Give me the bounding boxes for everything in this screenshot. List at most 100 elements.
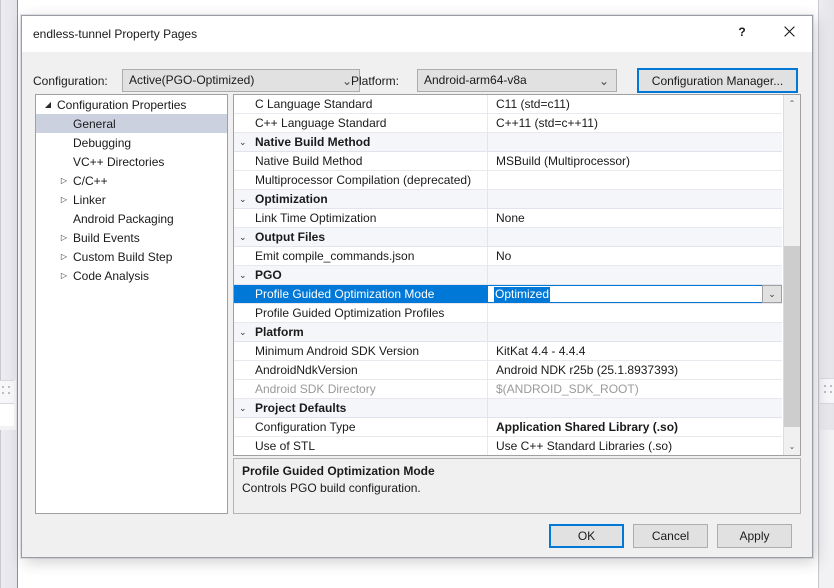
sidebar-item-label: C/C++ <box>72 174 108 188</box>
property-value[interactable]: $(ANDROID_SDK_ROOT) <box>488 380 782 398</box>
sidebar-item-label: Custom Build Step <box>72 250 172 264</box>
description-pane: Profile Guided Optimization Mode Control… <box>233 458 801 514</box>
property-name: Android SDK Directory <box>234 380 488 398</box>
property-row[interactable]: Link Time OptimizationNone <box>234 209 782 228</box>
description-title: Profile Guided Optimization Mode <box>242 464 435 478</box>
expand-triangle-icon[interactable]: ▷ <box>56 195 72 204</box>
backdrop-right-strip <box>820 430 834 588</box>
configuration-select-value: Active(PGO-Optimized) <box>129 73 254 87</box>
property-value[interactable]: C11 (std=c11) <box>488 95 782 113</box>
scrollbar-thumb[interactable] <box>784 246 800 427</box>
scroll-up-icon[interactable]: ⌃ <box>784 95 800 112</box>
sidebar-item-label: Debugging <box>72 136 131 150</box>
backdrop-left-white <box>0 404 14 426</box>
platform-select[interactable]: Android-arm64-v8a ⌄ <box>417 69 617 92</box>
sidebar-item-custom-build-step[interactable]: ▷Custom Build Step <box>36 247 227 266</box>
property-value[interactable]: KitKat 4.4 - 4.4.4 <box>488 342 782 360</box>
configuration-select[interactable]: Active(PGO-Optimized) ⌄ <box>122 69 360 92</box>
platform-label: Platform: <box>351 74 399 88</box>
sidebar-item-build-events[interactable]: ▷Build Events <box>36 228 227 247</box>
property-value[interactable]: Application Shared Library (.so) <box>488 418 782 436</box>
sidebar-item-debugging[interactable]: Debugging <box>36 133 227 152</box>
property-row[interactable]: Configuration TypeApplication Shared Lib… <box>234 418 782 437</box>
property-value[interactable]: Use C++ Standard Libraries (.so) <box>488 437 782 455</box>
property-row[interactable]: C++ Language StandardC++11 (std=c++11) <box>234 114 782 133</box>
cancel-button[interactable]: Cancel <box>633 524 708 548</box>
sidebar-item-android-packaging[interactable]: Android Packaging <box>36 209 227 228</box>
property-row[interactable]: Profile Guided Optimization Mode Optimize… <box>234 285 782 304</box>
property-grid-rows: C Language StandardC11 (std=c11)C++ Lang… <box>234 95 782 455</box>
property-category-row[interactable]: ⌄Native Build Method <box>234 133 782 152</box>
property-name: C++ Language Standard <box>234 114 488 132</box>
property-name: Use of STL <box>234 437 488 455</box>
sidebar-item-label: Android Packaging <box>72 212 174 226</box>
property-row[interactable]: C Language StandardC11 (std=c11) <box>234 95 782 114</box>
ok-button[interactable]: OK <box>549 524 624 548</box>
property-category-row[interactable]: ⌄Optimization <box>234 190 782 209</box>
property-category-label: PGO <box>234 266 782 284</box>
sidebar-item-label: Linker <box>72 193 106 207</box>
property-row[interactable]: Android SDK Directory$(ANDROID_SDK_ROOT) <box>234 380 782 399</box>
property-row[interactable]: Emit compile_commands.jsonNo <box>234 247 782 266</box>
expand-triangle-icon[interactable]: ▷ <box>56 233 72 242</box>
collapse-triangle-icon[interactable]: ◢ <box>40 100 56 109</box>
property-row[interactable]: Multiprocessor Compilation (deprecated) <box>234 171 782 190</box>
expand-triangle-icon[interactable]: ▷ <box>56 252 72 261</box>
sidebar-item-label: VC++ Directories <box>72 155 164 169</box>
property-name: Configuration Type <box>234 418 488 436</box>
property-row[interactable]: Use of STLUse C++ Standard Libraries (.s… <box>234 437 782 456</box>
property-pages-dialog: endless-tunnel Property Pages ? Configur… <box>21 15 813 558</box>
configuration-properties-tree[interactable]: ◢Configuration PropertiesGeneralDebuggin… <box>35 94 228 514</box>
backdrop-left-panel <box>0 0 18 588</box>
property-value[interactable]: None <box>488 209 782 227</box>
sidebar-item-linker[interactable]: ▷Linker <box>36 190 227 209</box>
property-grid[interactable]: C Language StandardC11 (std=c11)C++ Lang… <box>233 94 801 456</box>
sidebar-item-code-analysis[interactable]: ▷Code Analysis <box>36 266 227 285</box>
property-category-row[interactable]: ⌄PGO <box>234 266 782 285</box>
sidebar-item-configuration-properties[interactable]: ◢Configuration Properties <box>36 95 227 114</box>
backdrop-left-dots <box>0 384 14 398</box>
property-value-selected-text: Optimized <box>494 287 550 302</box>
property-category-label: Optimization <box>234 190 782 208</box>
property-value-dropdown-button[interactable]: ⌄ <box>762 285 782 303</box>
sidebar-item-vc-directories[interactable]: VC++ Directories <box>36 152 227 171</box>
property-category-row[interactable]: ⌄Output Files <box>234 228 782 247</box>
property-value[interactable]: MSBuild (Multiprocessor) <box>488 152 782 170</box>
close-icon[interactable] <box>766 16 812 47</box>
expand-triangle-icon[interactable]: ▷ <box>56 271 72 280</box>
property-name: Multiprocessor Compilation (deprecated) <box>234 171 488 189</box>
sidebar-item-label: Code Analysis <box>72 269 149 283</box>
property-row[interactable]: AndroidNdkVersionAndroid NDK r25b (25.1.… <box>234 361 782 380</box>
property-name: Profile Guided Optimization Mode <box>234 285 488 303</box>
property-name: Emit compile_commands.json <box>234 247 488 265</box>
sidebar-item-label: Configuration Properties <box>56 98 186 112</box>
property-row[interactable]: Profile Guided Optimization Profiles <box>234 304 782 323</box>
property-category-row[interactable]: ⌄Project Defaults <box>234 399 782 418</box>
property-name: Minimum Android SDK Version <box>234 342 488 360</box>
property-value[interactable] <box>488 304 782 322</box>
expand-triangle-icon[interactable]: ▷ <box>56 176 72 185</box>
sidebar-item-general[interactable]: General <box>36 114 227 133</box>
configuration-manager-button[interactable]: Configuration Manager... <box>637 68 798 93</box>
property-category-row[interactable]: ⌄Platform <box>234 323 782 342</box>
property-grid-scrollbar[interactable]: ⌃ ⌄ <box>783 95 800 455</box>
configuration-label: Configuration: <box>33 74 108 88</box>
property-value-editor[interactable]: Optimized <box>488 285 762 303</box>
property-value[interactable] <box>488 171 782 189</box>
sidebar-item-c-c[interactable]: ▷C/C++ <box>36 171 227 190</box>
property-value[interactable]: Android NDK r25b (25.1.8937393) <box>488 361 782 379</box>
apply-button[interactable]: Apply <box>717 524 792 548</box>
property-row[interactable]: Native Build MethodMSBuild (Multiprocess… <box>234 152 782 171</box>
sidebar-item-label: Build Events <box>72 231 140 245</box>
property-name: Native Build Method <box>234 152 488 170</box>
property-category-label: Project Defaults <box>234 399 782 417</box>
property-category-label: Platform <box>234 323 782 341</box>
help-button[interactable]: ? <box>719 16 765 47</box>
platform-select-value: Android-arm64-v8a <box>424 73 527 87</box>
property-name: Link Time Optimization <box>234 209 488 227</box>
description-text: Controls PGO build configuration. <box>242 481 792 495</box>
property-value[interactable]: No <box>488 247 782 265</box>
property-row[interactable]: Minimum Android SDK VersionKitKat 4.4 - … <box>234 342 782 361</box>
property-value[interactable]: C++11 (std=c++11) <box>488 114 782 132</box>
scroll-down-icon[interactable]: ⌄ <box>784 438 800 455</box>
